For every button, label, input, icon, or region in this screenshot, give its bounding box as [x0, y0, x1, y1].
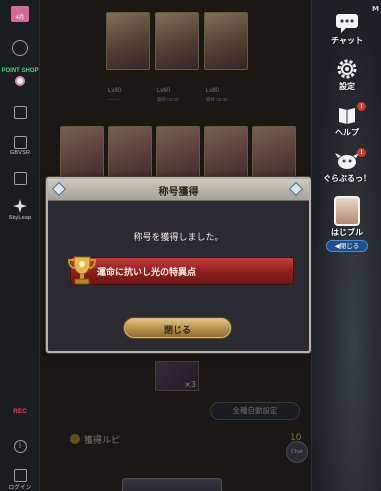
hajiburu-label: はじブル [331, 228, 363, 237]
edit-icon [13, 106, 27, 119]
skyleap-button[interactable]: SkyLeap [0, 198, 40, 221]
left-sidebar: 4月 POINT SHOP GBVSR SkyLeap REC i ログイン [0, 0, 40, 491]
close-button-label: 閉じる [163, 326, 191, 336]
sparkle-icon [13, 199, 27, 213]
hajiburu-avatar [334, 196, 360, 226]
gurabburu-label: ぐらぶるっ！ [323, 174, 371, 183]
video-label: GBVSR [9, 150, 31, 156]
logout-label: ログイン [8, 485, 32, 491]
video-icon [13, 136, 27, 149]
help-button[interactable]: ! ヘルプ [312, 102, 381, 138]
gurabburu-notification-badge: ! [357, 148, 366, 157]
point-shop-icon [15, 76, 25, 86]
chat-icon [336, 14, 358, 33]
chat-button[interactable]: チャット [312, 12, 381, 46]
close-button[interactable]: 閉じる [123, 317, 232, 339]
point-shop-button[interactable]: POINT SHOP [0, 68, 40, 86]
point-shop-label: POINT SHOP [1, 68, 39, 74]
sidebar-video[interactable]: GBVSR [0, 136, 40, 156]
settings-label: 設定 [339, 82, 355, 91]
gear-icon [337, 59, 357, 79]
gurabburu-button[interactable]: ! ぐらぶるっ！ [312, 148, 381, 184]
dialog-header: 称号獲得 [48, 179, 309, 201]
right-sidebar: チャット 設定 ! ヘルプ ! ぐらぶるっ！ はじブル ◀閉じる [311, 0, 381, 491]
rec-label: REC [13, 408, 27, 415]
help-label: ヘルプ [335, 128, 359, 137]
hajiburu-button[interactable]: はじブル ◀閉じる [312, 196, 381, 252]
menu-letter[interactable]: M [372, 5, 379, 13]
sidebar-globe[interactable] [0, 40, 40, 56]
logout-icon [13, 469, 27, 482]
info-icon: i [13, 440, 27, 453]
trophy-icon [67, 256, 97, 285]
dialog-title: 称号獲得 [158, 187, 199, 198]
media-icon [13, 172, 27, 185]
skyleap-label: SkyLeap [8, 215, 32, 221]
achievement-title: 運命に抗いし光の特異点 [97, 268, 197, 278]
sidebar-edit[interactable] [0, 106, 40, 119]
sidebar-media[interactable] [0, 172, 40, 185]
globe-icon [12, 40, 28, 56]
sidebar-close-button[interactable]: ◀閉じる [326, 240, 368, 252]
settings-button[interactable]: 設定 [312, 58, 381, 92]
gift-label: 4月 [15, 15, 25, 21]
help-notification-badge: ! [357, 102, 366, 111]
title-acquired-dialog: 称号獲得 称号を獲得しました。 運命に抗いし光の特異点 閉じる [46, 177, 311, 353]
achievement-banner: 運命に抗いし光の特異点 [70, 257, 294, 285]
rec-button[interactable]: REC [0, 408, 40, 415]
logout-button[interactable]: ログイン [0, 469, 40, 491]
dialog-message: 称号を獲得しました。 [133, 233, 224, 243]
chat-label: チャット [331, 36, 363, 45]
sidebar-info[interactable]: i [0, 440, 40, 453]
